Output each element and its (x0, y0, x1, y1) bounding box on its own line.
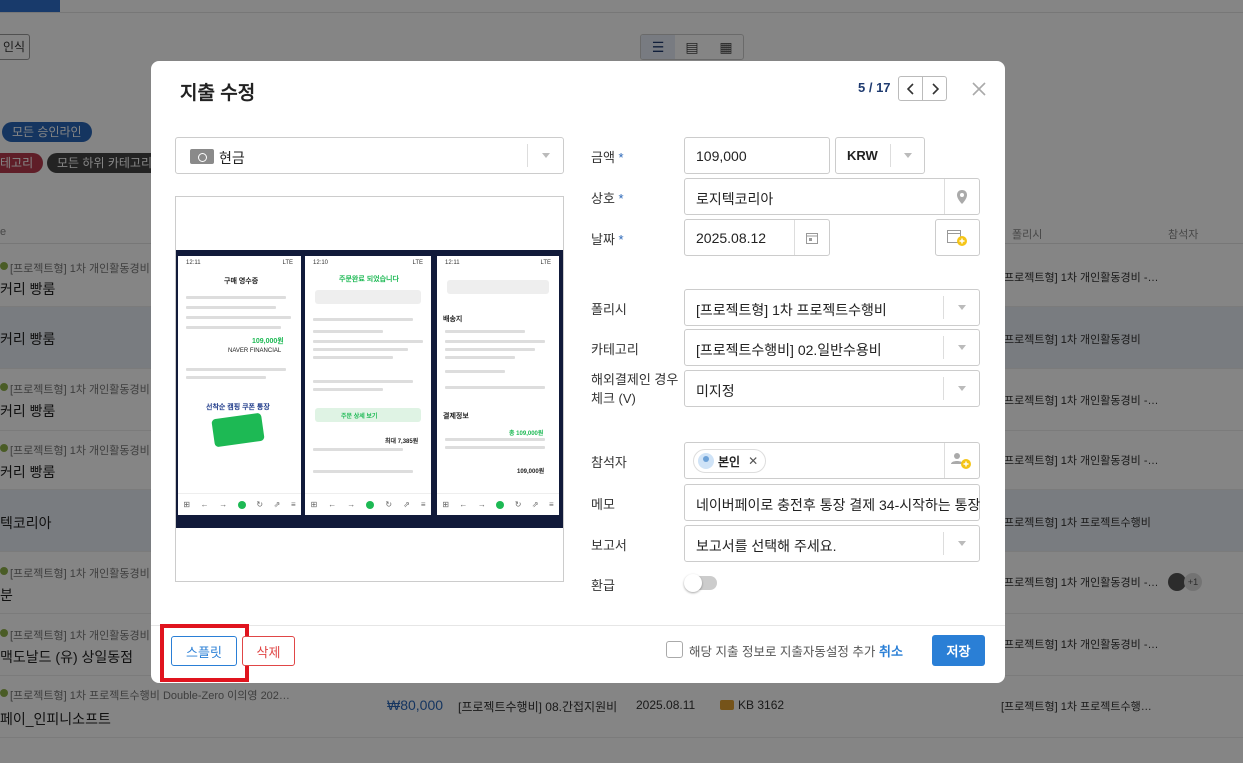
save-button[interactable]: 저장 (932, 635, 985, 666)
participants-label: 참석자 (591, 455, 627, 470)
dropdown-caret-icon (943, 532, 979, 555)
refund-toggle[interactable] (684, 574, 717, 592)
category-label: 카테고리 (591, 342, 639, 357)
cash-icon (190, 149, 214, 164)
chevron-left-icon (906, 82, 914, 95)
auto-setting-checkbox[interactable] (666, 641, 683, 658)
calendar-icon[interactable] (794, 220, 829, 255)
delete-button[interactable]: 삭제 (242, 636, 295, 666)
remove-participant-icon[interactable]: ✕ (748, 454, 758, 468)
dropdown-caret-icon (890, 144, 924, 167)
memo-input[interactable]: 네이버페이로 충전후 통장 결제 34-시작하는 통장 (684, 484, 980, 521)
cancel-button[interactable]: 취소 (879, 641, 903, 660)
add-participant-icon[interactable] (944, 443, 979, 478)
category-select[interactable]: [프로젝트수행비] 02.일반수용비 (684, 329, 980, 366)
date-label: 날짜 * (591, 232, 624, 247)
receipt-screenshot-3: 12:11 LTE 배송지 결제정보 총 109,000원 109,000원 ⊞ ←… (437, 256, 559, 515)
receipt-image[interactable]: 12:11 LTE 구매 영수증 109,000원 NAVER FINANCIAL… (175, 196, 564, 582)
user-avatar-icon (698, 453, 714, 469)
merchant-label: 상호 * (591, 191, 624, 206)
dropdown-caret-icon (943, 296, 979, 319)
dropdown-caret-icon (943, 377, 979, 400)
refund-label: 환급 (591, 578, 615, 593)
dropdown-caret-icon (527, 144, 563, 167)
amount-label: 금액 * (591, 150, 624, 165)
dropdown-caret-icon (943, 336, 979, 359)
auto-setting-label[interactable]: 해당 지출 정보로 지출자동설정 추가 (689, 641, 875, 660)
participant-chip: 본인 ✕ (693, 449, 767, 473)
chevron-right-icon (931, 82, 939, 95)
close-button[interactable] (969, 79, 989, 99)
highlight-box (160, 624, 249, 682)
amount-input[interactable]: 109,000 (684, 137, 830, 174)
previous-button[interactable] (898, 76, 923, 101)
next-button[interactable] (922, 76, 947, 101)
overseas-payment-select[interactable]: 미지정 (684, 370, 980, 407)
modal-title: 지출 수정 (180, 83, 256, 104)
add-date-button[interactable] (935, 219, 980, 256)
policy-label: 폴리시 (591, 302, 627, 317)
edit-expense-modal: 지출 수정 5 / 17 현금 12:11 LTE 구매 영수증 109,000원… (151, 61, 1005, 683)
receipt-screenshot-1: 12:11 LTE 구매 영수증 109,000원 NAVER FINANCIAL… (178, 256, 301, 515)
close-icon (972, 82, 986, 96)
date-input[interactable]: 2025.08.12 (684, 219, 830, 256)
payment-method-select[interactable]: 현금 (175, 137, 564, 174)
location-pin-icon[interactable] (944, 179, 979, 214)
overseas-payment-label: 해외결제인 경우 체크 (V) (591, 372, 679, 406)
calendar-add-icon (947, 229, 969, 250)
report-label: 보고서 (591, 538, 627, 553)
currency-select[interactable]: KRW (835, 137, 925, 174)
memo-label: 메모 (591, 497, 615, 512)
policy-select[interactable]: [프로젝트형] 1차 프로젝트수행비 (684, 289, 980, 326)
merchant-input[interactable]: 로지텍코리아 (684, 178, 980, 215)
participants-input[interactable]: 본인 ✕ (684, 442, 980, 479)
page-indicator: 5 / 17 (858, 80, 891, 95)
report-select[interactable]: 보고서를 선택해 주세요. (684, 525, 980, 562)
receipt-screenshot-2: 12:10 LTE 주문완료 되었습니다 주문 상세 보기 최대 7,385원 ⊞… (305, 256, 431, 515)
